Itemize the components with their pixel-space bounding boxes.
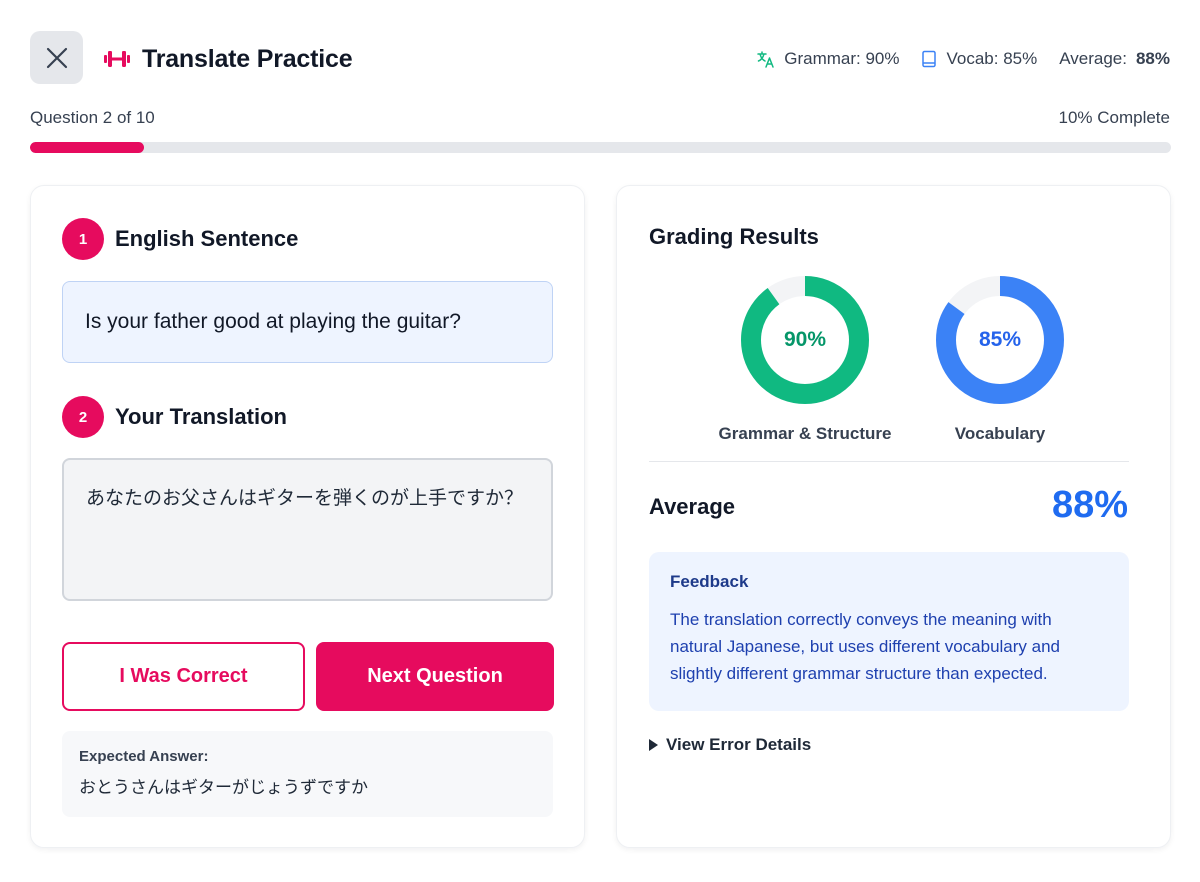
divider: [649, 461, 1129, 462]
step-number-badge: 2: [62, 396, 104, 438]
step-english-header: 1 English Sentence: [62, 218, 298, 260]
expected-answer-label: Expected Answer:: [79, 748, 209, 765]
grading-title: Grading Results: [649, 224, 819, 249]
expected-answer: Expected Answer: おとうさんはギターがじょうずですか: [62, 731, 553, 817]
step-translation-header: 2 Your Translation: [62, 396, 287, 438]
vocab-score: 85% Vocabulary: [900, 274, 1100, 444]
score-stats: Grammar: 90% Vocab: 85% Average: 88%: [757, 46, 1170, 72]
question-counter: Question 2 of 10: [30, 108, 155, 127]
grammar-score: 90% Grammar & Structure: [705, 274, 905, 444]
grammar-stat: Grammar: 90%: [757, 49, 899, 69]
progress-bar: [30, 142, 1171, 153]
grammar-score-label: Grammar & Structure: [718, 424, 892, 443]
grammar-score-value: 90%: [783, 328, 827, 351]
i-was-correct-button[interactable]: I Was Correct: [62, 642, 305, 711]
average-label: Average: [649, 494, 736, 519]
triangle-right-icon: [649, 739, 658, 751]
view-error-details-toggle[interactable]: View Error Details: [649, 735, 811, 755]
feedback-title: Feedback: [670, 572, 749, 591]
translation-input[interactable]: あなたのお父さんはギターを弾くのが上手ですか？: [62, 458, 553, 601]
step-title: Your Translation: [115, 404, 287, 429]
dumbbell-icon: [104, 51, 130, 67]
average-stat: Average: 88%: [1059, 49, 1170, 68]
close-icon: [46, 47, 67, 68]
average-value: 88%: [1051, 484, 1128, 526]
next-question-button[interactable]: Next Question: [316, 642, 554, 711]
vocab-ring: 85%: [934, 274, 1066, 406]
feedback-text: The translation correctly conveys the me…: [670, 610, 1061, 683]
english-sentence: Is your father good at playing the guita…: [62, 281, 553, 363]
close-button[interactable]: [30, 31, 83, 84]
vocab-stat: Vocab: 85%: [921, 49, 1037, 69]
average-stat-value: 88%: [1135, 49, 1170, 68]
feedback-panel: Feedback The translation correctly conve…: [649, 552, 1129, 711]
progress-info: Question 2 of 10 10% Complete: [30, 108, 1170, 128]
translate-icon: [757, 51, 774, 68]
brand: Translate Practice: [104, 40, 353, 78]
vocab-score-label: Vocabulary: [954, 424, 1046, 443]
vocab-score-value: 85%: [978, 328, 1022, 351]
step-number-badge: 1: [62, 218, 104, 260]
translation-card: 1 English Sentence Is your father good a…: [30, 185, 585, 848]
progress-percent: 10% Complete: [1058, 108, 1170, 127]
step-title: English Sentence: [115, 226, 299, 251]
grading-card: Grading Results 90% Grammar & Structure …: [616, 185, 1171, 848]
grammar-ring: 90%: [739, 274, 871, 406]
progress-bar-fill: [30, 142, 145, 153]
page-title: Translate Practice: [142, 44, 353, 73]
book-icon: [922, 50, 937, 68]
view-error-details-label: View Error Details: [666, 735, 812, 754]
expected-answer-text: おとうさんはギターがじょうずですか: [79, 778, 368, 798]
